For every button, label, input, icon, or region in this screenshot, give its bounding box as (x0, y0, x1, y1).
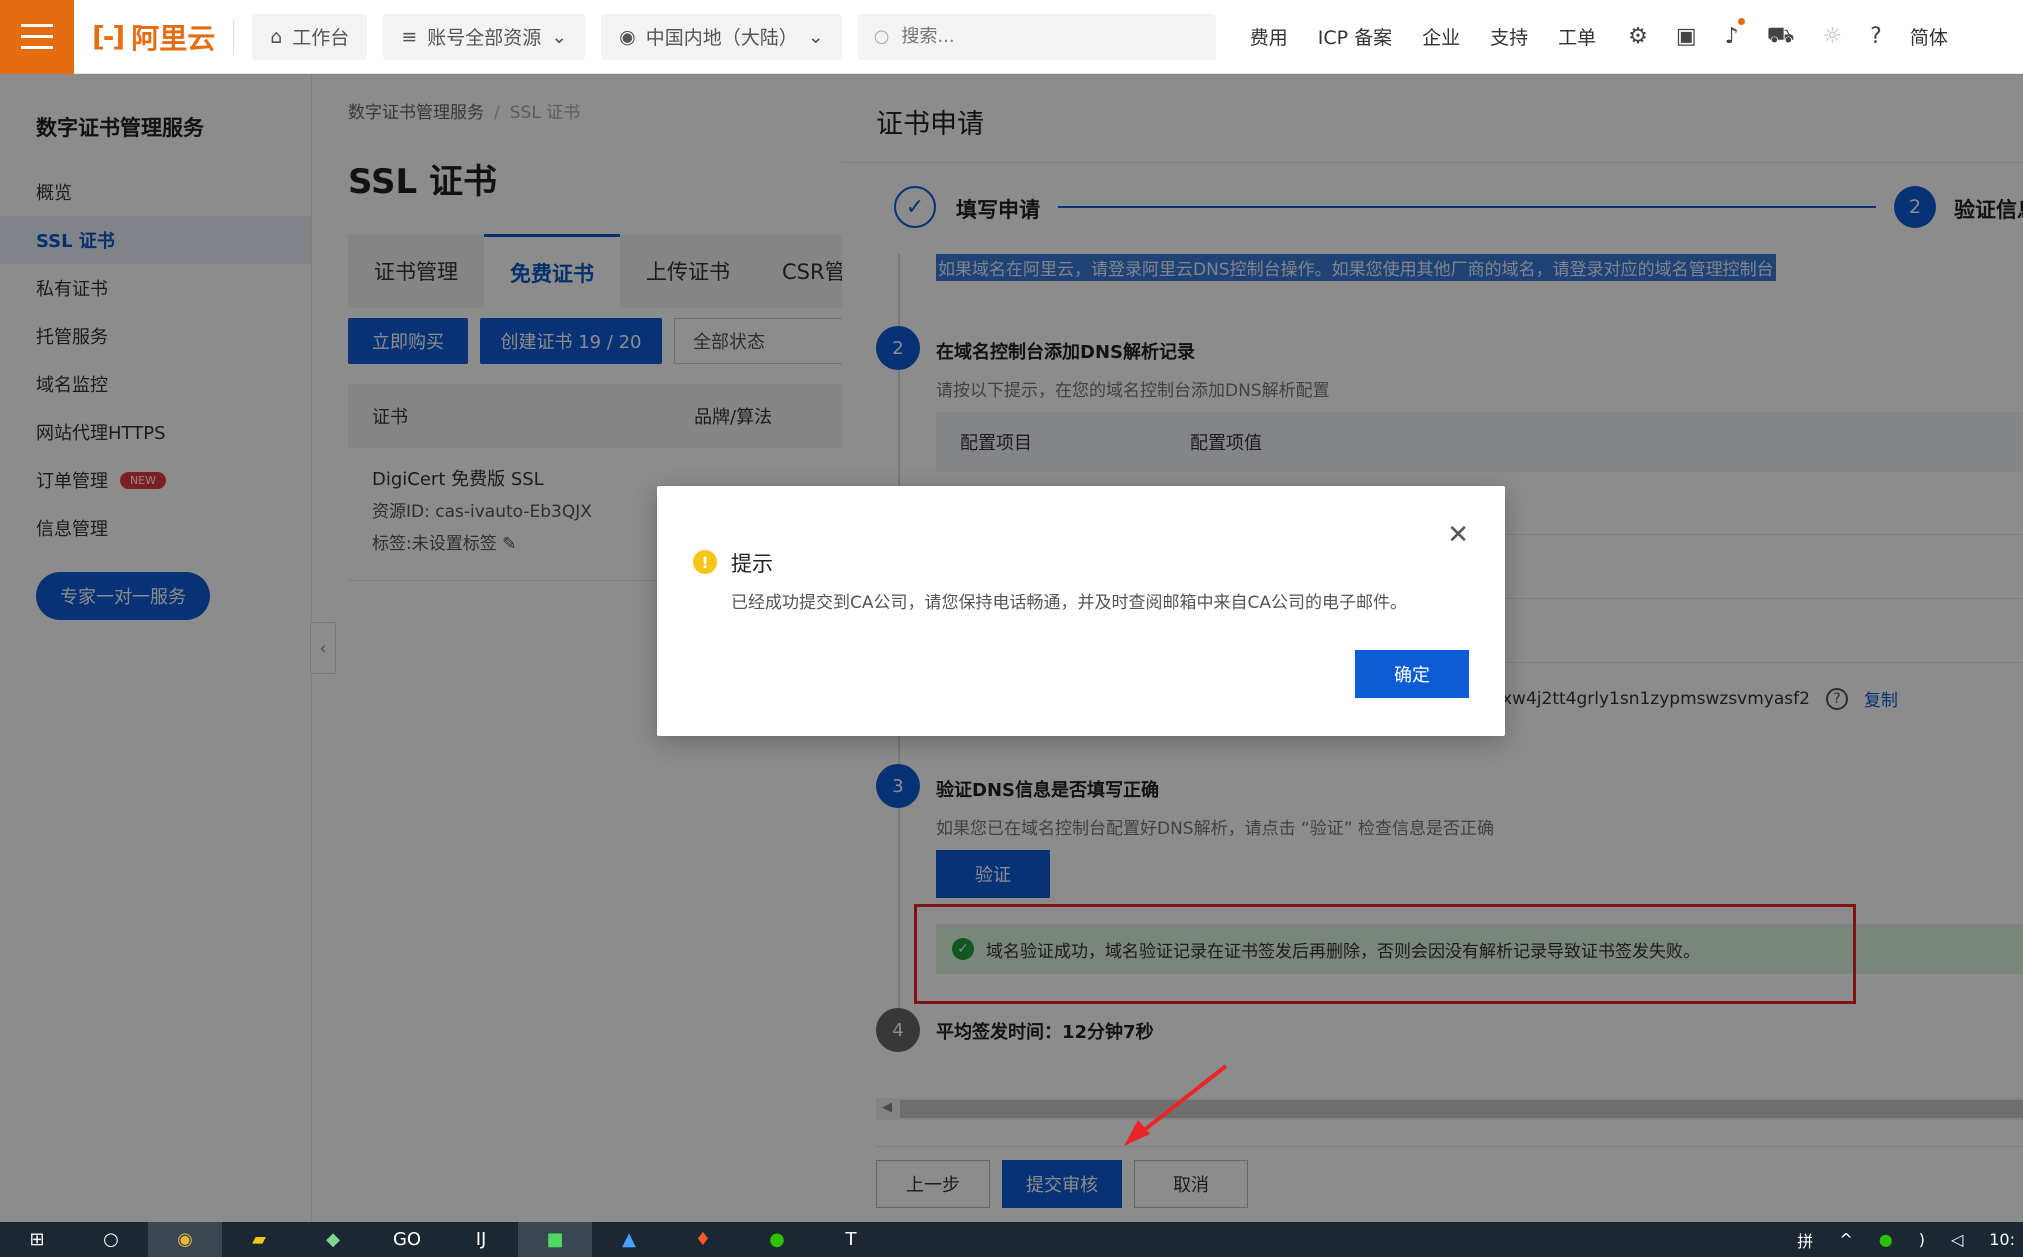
location-icon: ◉ (619, 25, 636, 48)
home-icon: ⌂ (270, 25, 283, 48)
lightbulb-icon[interactable]: ☼ (1822, 24, 1842, 49)
cart-icon[interactable]: ⛟ (1767, 23, 1795, 51)
ide-icon[interactable]: ▲ (592, 1222, 666, 1257)
aliyun-logo-icon: [-] (92, 20, 125, 53)
clock[interactable]: 10: (1989, 1230, 2015, 1249)
app-icon[interactable]: ⚙ (1628, 24, 1648, 49)
app-green-icon[interactable]: ■ (518, 1222, 592, 1257)
top-navbar: [-] 阿里云 ⌂ 工作台 ≡ 账号全部资源 ⌄ ◉ 中国内地（大陆） ⌄ ○ … (0, 0, 2023, 74)
wechat-icon[interactable]: ● (740, 1222, 814, 1257)
aliyun-logo[interactable]: [-] 阿里云 (92, 17, 215, 57)
nav-link-icp[interactable]: ICP 备案 (1318, 23, 1392, 50)
hamburger-menu-button[interactable] (0, 0, 74, 74)
bell-icon[interactable]: ♪ (1725, 18, 1745, 49)
goland-icon[interactable]: GO (370, 1222, 444, 1257)
close-icon[interactable]: ✕ (1447, 520, 1469, 550)
language-switch[interactable]: 简体 (1910, 23, 1948, 50)
search-box[interactable]: ○ (857, 13, 1216, 60)
tip-dialog: ✕ ! 提示 已经成功提交到CA公司，请您保持电话畅通，并及时查阅邮箱中来自CA… (657, 486, 1505, 736)
account-resources-select[interactable]: ≡ 账号全部资源 ⌄ (383, 13, 586, 60)
search-input[interactable] (901, 26, 1182, 47)
editor-icon[interactable]: ◆ (296, 1222, 370, 1257)
region-select[interactable]: ◉ 中国内地（大陆） ⌄ (601, 13, 842, 60)
tray-wechat-icon[interactable]: ● (1879, 1230, 1893, 1249)
wifi-icon[interactable]: ) (1919, 1230, 1925, 1249)
nav-link-support[interactable]: 支持 (1490, 23, 1528, 50)
volume-icon[interactable]: ◁ (1951, 1230, 1963, 1249)
nav-link-enterprise[interactable]: 企业 (1422, 23, 1460, 50)
nav-link-ticket[interactable]: 工单 (1558, 23, 1596, 50)
taskbar-search-icon[interactable]: ○ (74, 1222, 148, 1257)
dialog-title: 提示 (731, 552, 773, 576)
folder-icon[interactable]: ▰ (222, 1222, 296, 1257)
nav-links: 费用 ICP 备案 企业 支持 工单 (1250, 23, 1596, 50)
tray-up-icon[interactable]: ^ (1839, 1230, 1852, 1249)
search-icon: ○ (873, 26, 890, 47)
warning-icon: ! (693, 550, 717, 574)
dialog-message: 已经成功提交到CA公司，请您保持电话畅通，并及时查阅邮箱中来自CA公司的电子邮件… (731, 593, 1407, 613)
intellij-icon[interactable]: IJ (444, 1222, 518, 1257)
annotation-red-arrow (1124, 1064, 1228, 1146)
chevron-down-icon: ⌄ (551, 25, 568, 48)
chrome-icon[interactable]: ◉ (148, 1222, 222, 1257)
confirm-button[interactable]: 确定 (1355, 650, 1469, 698)
hamburger-icon (21, 24, 53, 27)
chevron-down-icon: ⌄ (807, 25, 824, 48)
workbench-button[interactable]: ⌂ 工作台 (252, 13, 368, 60)
help-icon[interactable]: ? (1870, 24, 1882, 49)
windows-start-icon[interactable]: ⊞ (0, 1222, 74, 1257)
nav-link-fees[interactable]: 费用 (1250, 23, 1288, 50)
terminal-icon[interactable]: ▣ (1676, 24, 1697, 49)
windows-taskbar: ⊞ ○ ◉ ▰ ◆ GO IJ ■ ▲ ♦ ● T 拼 ^ ● ) ◁ 10: (0, 1222, 2023, 1257)
ime-indicator[interactable]: 拼 (1797, 1228, 1813, 1252)
git-icon[interactable]: ♦ (666, 1222, 740, 1257)
typora-icon[interactable]: T (814, 1222, 888, 1257)
layers-icon: ≡ (401, 25, 418, 48)
